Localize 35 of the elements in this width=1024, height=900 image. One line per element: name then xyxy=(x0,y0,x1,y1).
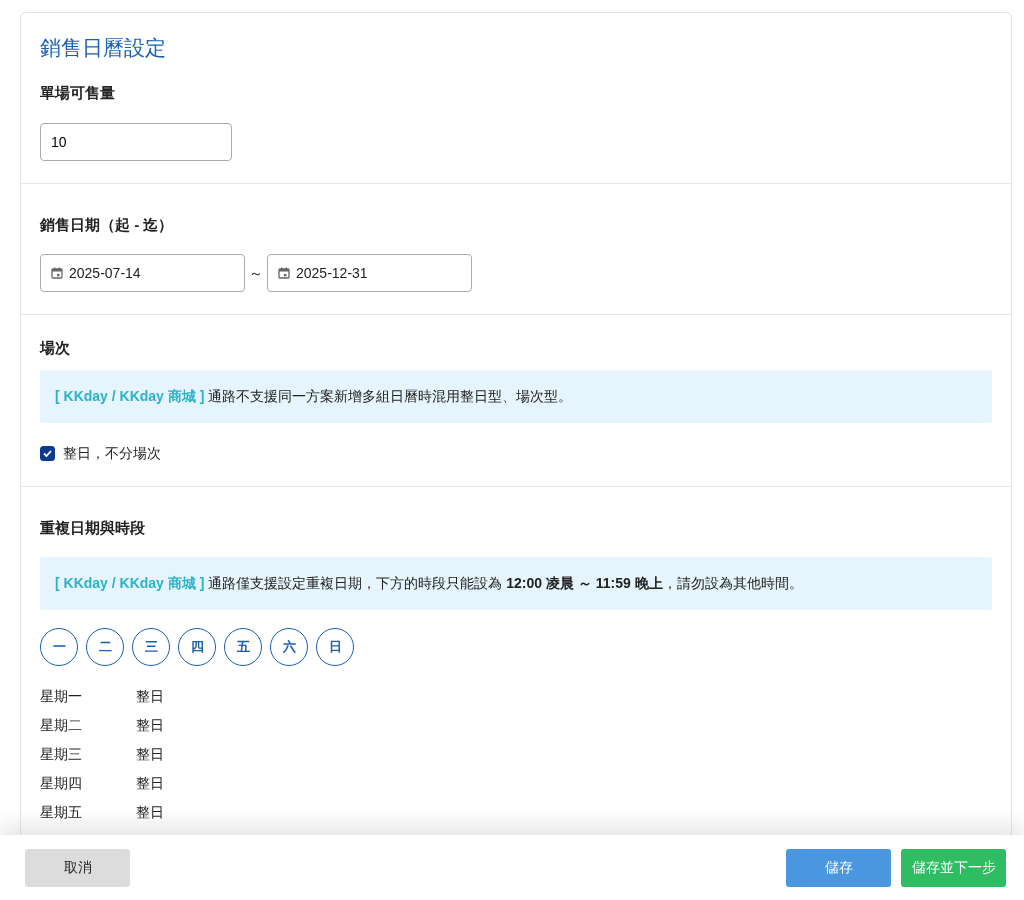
end-date-field[interactable]: 2025-12-31 xyxy=(267,254,472,293)
range-separator: ～ xyxy=(249,263,263,283)
time-slot-text: 整日 xyxy=(136,716,164,736)
weekday-button[interactable]: 一 xyxy=(40,628,78,667)
checkbox-label: 整日，不分場次 xyxy=(63,443,161,463)
calendar-icon xyxy=(278,267,290,280)
weekday-button[interactable]: 二 xyxy=(86,628,124,667)
start-date-field[interactable]: 2025-07-14 xyxy=(40,254,245,293)
section-label: 銷售日期（起 - 迄） xyxy=(40,214,175,235)
time-slot-text: 整日 xyxy=(136,745,164,765)
calendar-icon xyxy=(51,267,63,280)
weekday-button[interactable]: 四 xyxy=(178,628,216,667)
checkbox[interactable] xyxy=(40,445,55,461)
weekday-label: 星期四 xyxy=(40,774,83,794)
notice-text: 通路不支援同一方案新增多組日曆時混用整日型、場次型。 xyxy=(208,387,573,404)
quantity-field[interactable]: 10 xyxy=(40,122,232,161)
time-slot-text: 整日 xyxy=(136,803,164,823)
weekday-label: 星期二 xyxy=(40,716,83,736)
weekday-label: 星期五 xyxy=(40,803,83,823)
page-title: 銷售日曆設定 xyxy=(40,35,167,61)
weekday-button[interactable]: 日 xyxy=(316,628,354,667)
weekday-label: 星期一 xyxy=(40,687,83,707)
cancel-button[interactable]: 取消 xyxy=(25,848,130,887)
notice-text: 通路僅支援設定重複日期，下方的時段只能設為 12:00 凌晨 ～ 11:59 晚上，請勿設為其他時間。 xyxy=(208,575,803,592)
section-label: 場次 xyxy=(40,338,71,359)
weekday-button[interactable]: 三 xyxy=(132,628,170,667)
time-slot-text: 整日 xyxy=(136,774,164,794)
channel-tag: [ KKday / KKday 商城 ] xyxy=(55,575,205,592)
channel-tag: [ KKday / KKday 商城 ] xyxy=(55,387,205,404)
section-label: 單場可售量 xyxy=(40,83,116,104)
weekday-label: 星期三 xyxy=(40,745,83,765)
weekday-button[interactable]: 六 xyxy=(270,628,308,667)
time-slot-text: 整日 xyxy=(136,687,164,707)
section-label: 重複日期與時段 xyxy=(40,517,146,538)
weekday-button[interactable]: 五 xyxy=(224,628,262,667)
